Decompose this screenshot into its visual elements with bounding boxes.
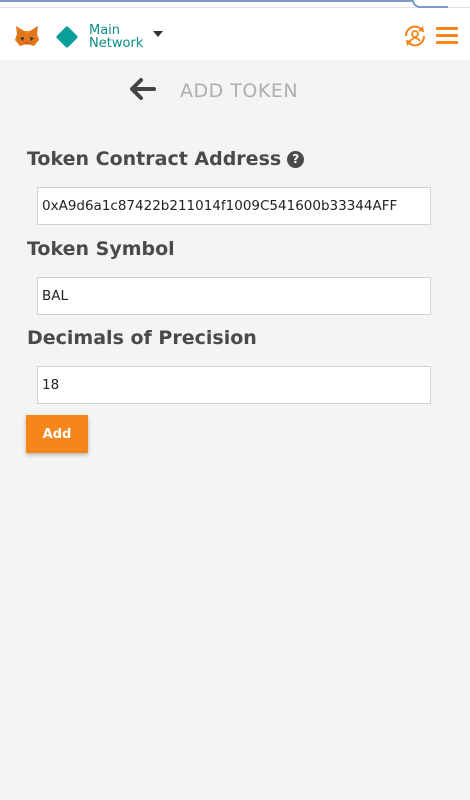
arrow-left-icon[interactable] xyxy=(130,78,156,100)
browser-tab-edge xyxy=(412,0,448,8)
account-switch-icon[interactable] xyxy=(402,23,428,49)
page-header: ADD TOKEN xyxy=(0,72,470,108)
chevron-down-icon xyxy=(153,31,164,37)
decimals-input[interactable] xyxy=(37,366,431,404)
hamburger-menu-icon[interactable] xyxy=(436,27,458,45)
menu-bar xyxy=(436,27,458,30)
token-symbol-label: Token Symbol xyxy=(27,238,175,260)
app-header: Main Network xyxy=(0,8,470,60)
contract-address-input[interactable] xyxy=(37,187,431,225)
network-name-line2: Network xyxy=(89,36,144,51)
menu-bar xyxy=(436,41,458,44)
decimals-label: Decimals of Precision xyxy=(27,327,257,349)
token-symbol-input[interactable] xyxy=(37,277,431,315)
contract-address-label: Token Contract Address? xyxy=(27,148,305,170)
contract-address-label-text: Token Contract Address xyxy=(27,148,282,170)
network-selector[interactable]: Main Network xyxy=(55,24,164,50)
add-token-button[interactable]: Add xyxy=(26,415,88,453)
menu-bar xyxy=(436,34,458,37)
browser-chrome-strip xyxy=(0,0,470,8)
page-title: ADD TOKEN xyxy=(180,80,299,102)
network-diamond-icon xyxy=(55,25,79,49)
network-name: Main Network xyxy=(89,24,143,50)
help-icon[interactable]: ? xyxy=(287,151,305,168)
browser-focus-line xyxy=(0,0,412,2)
metamask-fox-icon[interactable] xyxy=(14,24,40,48)
